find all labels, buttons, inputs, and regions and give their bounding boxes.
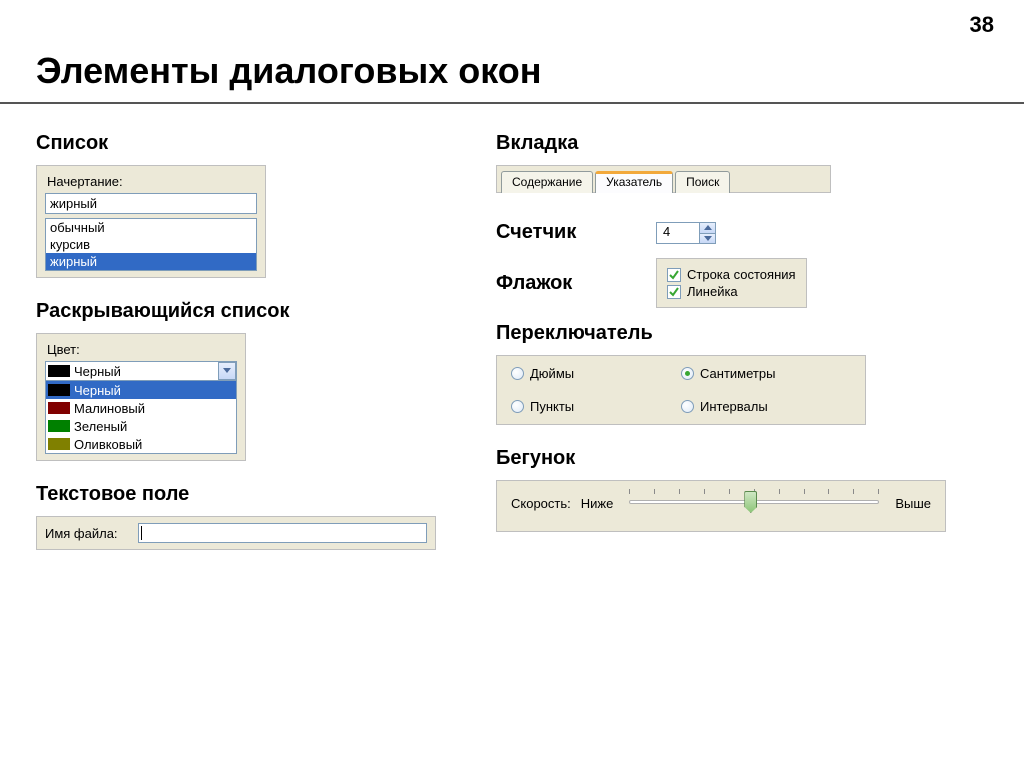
right-column: Вкладка Содержание Указатель Поиск Счетч… [496,122,1016,550]
checkbox[interactable] [667,268,681,282]
option-label: Малиновый [74,401,145,416]
checkbox[interactable] [667,285,681,299]
section-listbox: Список [36,132,496,155]
slider-track[interactable] [629,489,879,517]
text-caret-icon [141,526,142,540]
section-radio: Переключатель [496,322,1016,345]
combo-value: Черный [74,364,218,379]
counter-spinner[interactable]: 4 [656,222,716,244]
swatch-icon [48,365,70,377]
section-dropdown: Раскрывающийся список [36,300,496,323]
listbox-option-selected[interactable]: жирный [46,253,256,270]
dropdown-option-selected[interactable]: Черный [46,381,236,399]
color-combo[interactable]: Черный [45,361,237,381]
dropdown-option[interactable]: Оливковый [46,435,236,453]
dropdown-label: Цвет: [47,342,237,357]
listbox-option[interactable]: обычный [46,219,256,236]
radio-label: Пункты [530,399,574,414]
tab-index[interactable]: Указатель [595,171,673,193]
radio-dot-icon [685,371,690,376]
slider-min-label: Ниже [581,496,614,511]
slider-label: Скорость: [511,496,571,511]
option-label: Черный [74,383,121,398]
section-counter: Счетчик [496,221,656,244]
textfield-label: Имя файла: [45,526,118,541]
slider-panel: Скорость: Ниже Выше [496,480,946,532]
checkbox-group: Строка состояния Линейка [656,258,807,308]
radio-label: Дюймы [530,366,574,381]
page-title: Элементы диалоговых окон [0,0,1024,102]
dropdown-option[interactable]: Зеленый [46,417,236,435]
section-checkbox: Флажок [496,272,656,295]
left-column: Список Начертание: обычный курсив жирный… [36,122,496,550]
radio-label: Интервалы [700,399,768,414]
tab-search[interactable]: Поиск [675,171,730,193]
radio[interactable] [681,367,694,380]
chevron-down-icon [704,236,712,241]
option-label: Оливковый [74,437,142,452]
slider-max-label: Выше [895,496,931,511]
check-icon [668,286,680,298]
slider-thumb[interactable] [744,491,757,513]
textfield-panel: Имя файла: [36,516,436,550]
chevron-down-icon [223,368,231,374]
listbox-label: Начертание: [47,174,257,189]
radio-group: Дюймы Сантиметры Пункты Интервалы [496,355,866,425]
checkbox-row[interactable]: Строка состояния [667,267,796,282]
page-number: 38 [970,12,994,38]
spinner-down-button[interactable] [699,233,715,243]
listbox[interactable]: обычный курсив жирный [45,218,257,271]
radio[interactable] [681,400,694,413]
section-tab: Вкладка [496,132,1016,155]
radio-row[interactable]: Сантиметры [681,366,851,381]
filename-input[interactable] [138,523,427,543]
dropdown-button[interactable] [218,362,236,380]
tab-contents[interactable]: Содержание [501,171,593,193]
radio[interactable] [511,400,524,413]
swatch-icon [48,420,70,432]
spinner-up-button[interactable] [699,223,715,233]
radio-row[interactable]: Дюймы [511,366,681,381]
dropdown-panel: Цвет: Черный Черный Малинов [36,333,246,461]
listbox-option[interactable]: курсив [46,236,256,253]
divider [0,102,1024,104]
radio[interactable] [511,367,524,380]
chevron-up-icon [704,225,712,230]
tab-strip: Содержание Указатель Поиск [496,165,831,193]
check-icon [668,269,680,281]
listbox-panel: Начертание: обычный курсив жирный [36,165,266,278]
radio-row[interactable]: Интервалы [681,399,851,414]
swatch-icon [48,384,70,396]
radio-label: Сантиметры [700,366,775,381]
checkbox-label: Линейка [687,284,738,299]
listbox-value-field[interactable] [45,193,257,214]
section-textfield: Текстовое поле [36,483,496,506]
swatch-icon [48,438,70,450]
option-label: Зеленый [74,419,127,434]
checkbox-label: Строка состояния [687,267,796,282]
section-slider: Бегунок [496,447,1016,470]
spinner-value: 4 [657,223,699,243]
swatch-icon [48,402,70,414]
radio-row[interactable]: Пункты [511,399,681,414]
checkbox-row[interactable]: Линейка [667,284,796,299]
dropdown-list: Черный Малиновый Зеленый Оливковый [45,380,237,454]
dropdown-option[interactable]: Малиновый [46,399,236,417]
